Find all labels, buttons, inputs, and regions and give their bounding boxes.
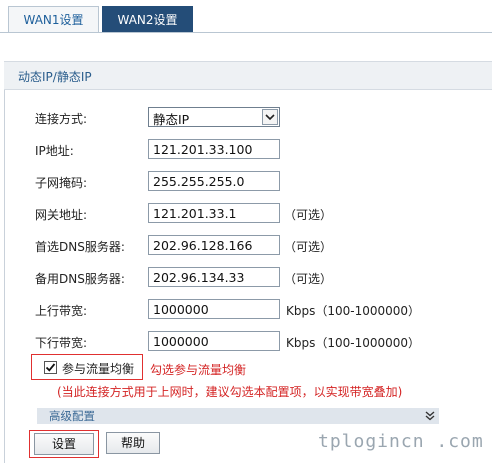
ip-address-label: IP地址: bbox=[35, 144, 74, 158]
primary-dns-label: 首选DNS服务器: bbox=[35, 240, 125, 254]
section-header: 动态IP/静态IP bbox=[4, 61, 492, 90]
secondary-dns-optional-hint: （可选） bbox=[284, 272, 333, 286]
upstream-bandwidth-input[interactable] bbox=[148, 299, 280, 319]
load-balance-note: (当此连接方式用于上网时，建议勾选本配置项，以实现带宽叠加) bbox=[57, 385, 403, 399]
primary-dns-optional-hint: （可选） bbox=[284, 240, 333, 254]
subnet-mask-input[interactable] bbox=[148, 171, 280, 191]
section-title: 动态IP/静态IP bbox=[18, 70, 92, 84]
chevron-down-icon[interactable] bbox=[262, 109, 278, 125]
tab-bar: WAN1设置 WAN2设置 bbox=[0, 0, 492, 33]
upstream-bandwidth-label: 上行带宽: bbox=[35, 304, 88, 318]
advanced-settings-label: 高级配置 bbox=[49, 409, 95, 423]
watermark: tplogincn .com bbox=[318, 431, 484, 452]
save-button[interactable]: 设置 bbox=[34, 433, 94, 455]
tab-divider bbox=[0, 32, 492, 33]
load-balance-checkbox[interactable] bbox=[44, 361, 57, 374]
primary-dns-input[interactable] bbox=[148, 235, 280, 255]
downstream-bandwidth-input[interactable] bbox=[148, 331, 280, 351]
load-balance-annotation: 勾选参与流量均衡 bbox=[150, 363, 247, 377]
upstream-range-hint: Kbps（100-1000000） bbox=[286, 304, 421, 318]
help-button[interactable]: 帮助 bbox=[106, 432, 160, 454]
gateway-input[interactable] bbox=[148, 203, 280, 223]
gateway-optional-hint: （可选） bbox=[284, 208, 333, 222]
gateway-label: 网关地址: bbox=[35, 208, 88, 222]
load-balance-highlight: 参与流量均衡 bbox=[31, 354, 143, 380]
tab-wan1-settings[interactable]: WAN1设置 bbox=[8, 6, 99, 33]
advanced-settings-toggle[interactable]: 高级配置 bbox=[37, 408, 439, 424]
connection-type-label: 连接方式: bbox=[35, 112, 88, 126]
subnet-mask-label: 子网掩码: bbox=[35, 176, 88, 190]
secondary-dns-input[interactable] bbox=[148, 267, 280, 287]
secondary-dns-label: 备用DNS服务器: bbox=[35, 272, 125, 286]
load-balance-label: 参与流量均衡 bbox=[62, 362, 135, 376]
downstream-bandwidth-label: 下行带宽: bbox=[35, 336, 88, 350]
ip-address-input[interactable] bbox=[148, 139, 280, 159]
connection-type-select[interactable]: 静态IP bbox=[148, 107, 280, 127]
save-button-highlight: 设置 bbox=[29, 430, 99, 458]
connection-type-value: 静态IP bbox=[153, 112, 190, 127]
double-chevron-down-icon bbox=[425, 411, 435, 421]
checkmark-icon bbox=[45, 363, 56, 372]
tab-wan2-settings[interactable]: WAN2设置 bbox=[102, 6, 193, 33]
downstream-range-hint: Kbps（100-1000000） bbox=[286, 336, 421, 350]
